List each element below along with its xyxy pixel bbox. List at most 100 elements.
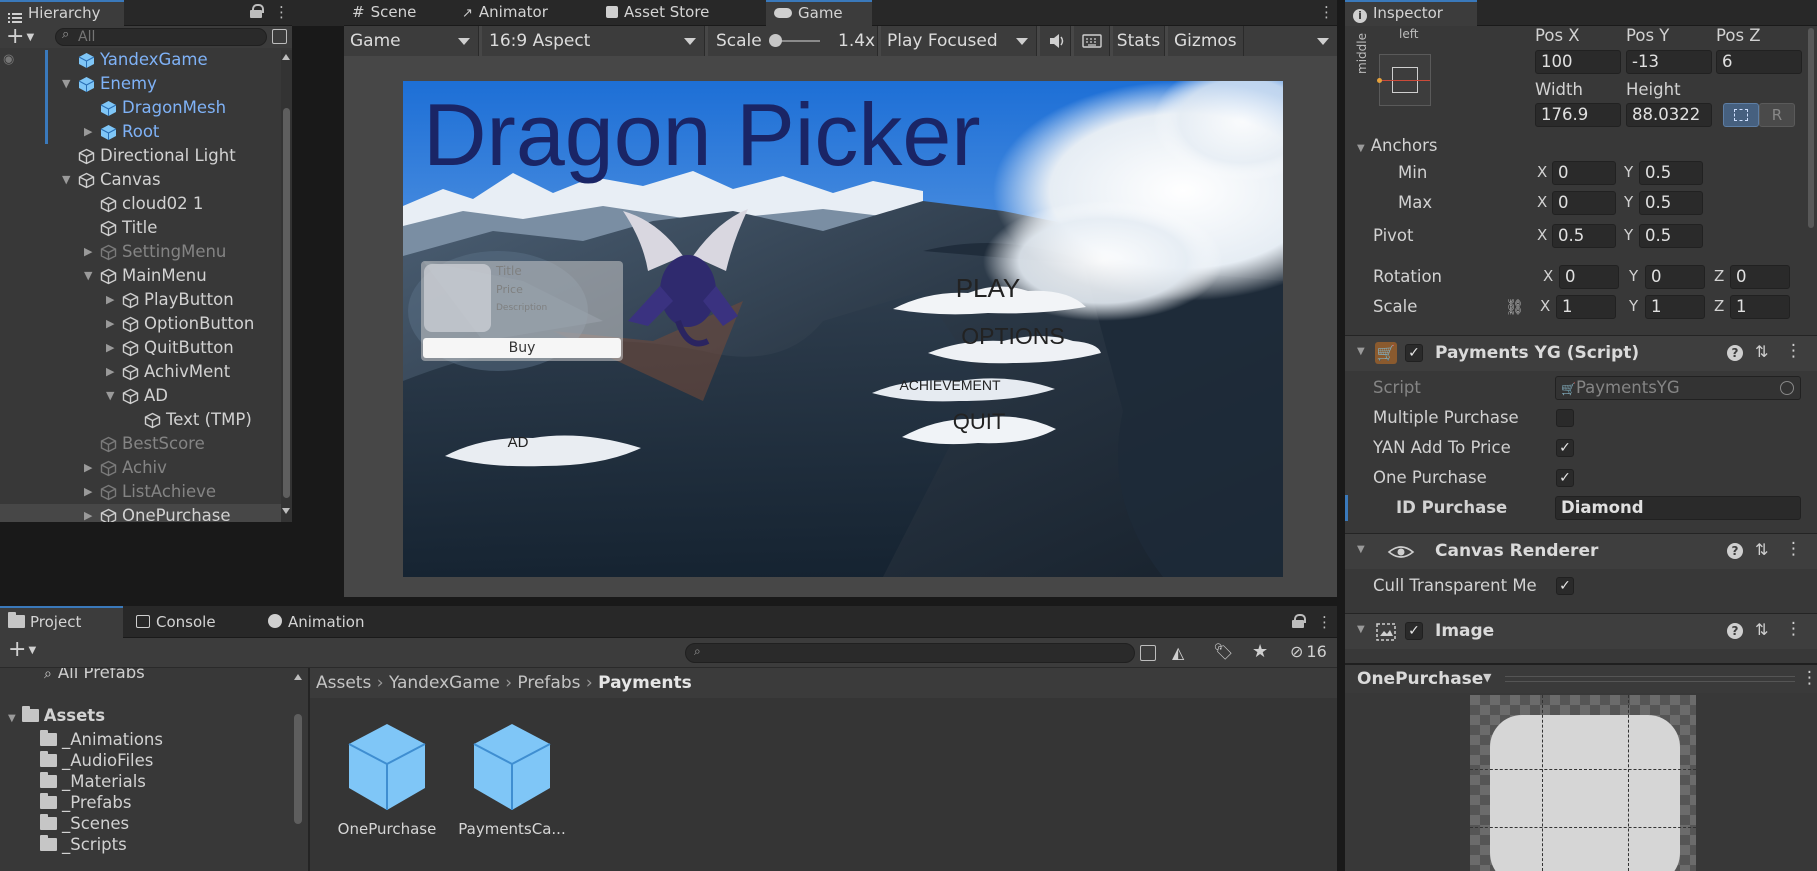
scale-x-field[interactable]: 1 bbox=[1556, 295, 1616, 319]
one-purchase-checkbox[interactable]: ✓ bbox=[1556, 469, 1574, 487]
tab-inspector[interactable]: i Inspector bbox=[1345, 0, 1477, 26]
help-icon[interactable]: ? bbox=[1727, 345, 1743, 361]
preview-dropdown-icon[interactable]: ▼ bbox=[1483, 671, 1491, 684]
min-y-field[interactable]: 0.5 bbox=[1639, 161, 1703, 185]
search-filter-icon[interactable] bbox=[272, 29, 287, 44]
tab-scene[interactable]: # Scene bbox=[344, 0, 449, 26]
ad-button[interactable]: AD bbox=[443, 426, 643, 472]
hierarchy-item[interactable]: ▼ AD bbox=[0, 384, 292, 408]
game-viewport[interactable]: Dragon Picker Title Price Description Bu… bbox=[403, 81, 1283, 577]
expand-arrow-icon[interactable]: ▶ bbox=[106, 360, 114, 384]
help-icon[interactable]: ? bbox=[1727, 623, 1743, 639]
hierarchy-item[interactable]: ▼ Canvas bbox=[0, 168, 292, 192]
tree-scrollbar[interactable] bbox=[292, 668, 304, 871]
pivot-x-field[interactable]: 0.5 bbox=[1552, 224, 1616, 248]
yan-add-to-price-checkbox[interactable]: ✓ bbox=[1556, 439, 1574, 457]
tab-hierarchy[interactable]: Hierarchy bbox=[0, 0, 124, 26]
blueprint-mode-button[interactable] bbox=[1723, 103, 1759, 127]
expand-arrow-icon[interactable]: ▶ bbox=[84, 480, 92, 504]
more-icon[interactable]: ⋮ bbox=[274, 4, 289, 20]
breadcrumb-item[interactable]: YandexGame bbox=[389, 673, 500, 693]
project-search[interactable]: ⌕ bbox=[685, 643, 1135, 663]
cull-transparent-checkbox[interactable]: ✓ bbox=[1556, 577, 1574, 595]
display-dropdown[interactable]: Game bbox=[344, 26, 479, 56]
object-picker-icon[interactable] bbox=[1780, 381, 1794, 395]
hierarchy-item[interactable]: ▶OnePurchase› bbox=[0, 504, 292, 522]
favorites-item[interactable]: ⌕ All Prefabs bbox=[44, 668, 145, 685]
expand-arrow-icon[interactable]: ▶ bbox=[84, 456, 92, 480]
payments-enabled-checkbox[interactable]: ✓ bbox=[1405, 344, 1423, 362]
inspector-scroll-thumb[interactable] bbox=[1808, 28, 1814, 228]
hierarchy-item[interactable]: Text (TMP) bbox=[0, 408, 292, 432]
max-y-field[interactable]: 0.5 bbox=[1639, 191, 1703, 215]
hierarchy-item[interactable]: BestScore bbox=[0, 432, 292, 456]
canvas-renderer-header[interactable]: ▼ Canvas Renderer ? ⇅ ⋮ bbox=[1345, 533, 1817, 569]
achievement-button[interactable]: ACHIEVEMENT bbox=[869, 367, 1059, 407]
breadcrumb-item[interactable]: Prefabs bbox=[517, 673, 580, 693]
max-x-field[interactable]: 0 bbox=[1552, 191, 1616, 215]
unlink-scale-icon[interactable]: ⛓ bbox=[1505, 298, 1524, 316]
scale-z-field[interactable]: 1 bbox=[1730, 295, 1790, 319]
tab-console[interactable]: Console bbox=[128, 606, 248, 638]
expand-arrow-icon[interactable]: ▶ bbox=[106, 312, 114, 336]
component-menu-icon[interactable]: ⋮ bbox=[1785, 539, 1802, 559]
hierarchy-search-input[interactable] bbox=[78, 29, 258, 45]
preview-header[interactable]: OnePurchase ▼ ⋮ bbox=[1345, 663, 1817, 693]
asset-tile[interactable]: PaymentsCa... bbox=[457, 722, 567, 852]
expand-arrow-icon[interactable]: ▶ bbox=[84, 120, 92, 144]
anchors-foldout[interactable]: ▼ Anchors bbox=[1357, 136, 1437, 155]
rot-z-field[interactable]: 0 bbox=[1730, 265, 1790, 289]
project-folder[interactable]: _Scripts bbox=[40, 833, 127, 857]
tab-asset-store[interactable]: Asset Store bbox=[598, 0, 743, 26]
hierarchy-scrollbar[interactable] bbox=[281, 50, 292, 522]
expand-arrow-icon[interactable]: ▶ bbox=[84, 504, 92, 522]
hierarchy-item[interactable]: ▶ Achiv bbox=[0, 456, 292, 480]
breadcrumb-item[interactable]: Payments bbox=[598, 673, 692, 693]
multiple-purchase-checkbox[interactable] bbox=[1556, 409, 1574, 427]
tree-scroll-thumb[interactable] bbox=[294, 714, 302, 824]
scale-y-field[interactable]: 1 bbox=[1645, 295, 1705, 319]
hierarchy-item[interactable]: ▶ PlayButton bbox=[0, 288, 292, 312]
hierarchy-item[interactable]: ▶ QuitButton bbox=[0, 336, 292, 360]
hierarchy-item[interactable]: ▼Enemy› bbox=[0, 72, 292, 96]
rot-x-field[interactable]: 0 bbox=[1559, 265, 1619, 289]
script-field[interactable]: 🛒PaymentsYG bbox=[1555, 376, 1801, 400]
tab-animator[interactable]: ↗ Animator bbox=[454, 0, 584, 26]
hierarchy-item[interactable]: cloud02 1 bbox=[0, 192, 292, 216]
tab-game[interactable]: Game bbox=[766, 0, 872, 26]
image-component-header[interactable]: ▼ ✓ Image ? ⇅ ⋮ bbox=[1345, 613, 1817, 649]
lock-icon[interactable] bbox=[250, 4, 264, 18]
aspect-dropdown[interactable]: 16:9 Aspect bbox=[482, 26, 705, 56]
breadcrumb-item[interactable]: Assets bbox=[316, 673, 371, 693]
payments-component-header[interactable]: ▼ 🛒 ✓ Payments YG (Script) ? ⇅ ⋮ bbox=[1345, 335, 1817, 371]
play-mode-dropdown[interactable]: Play Focused bbox=[881, 26, 1037, 56]
scroll-thumb[interactable] bbox=[283, 108, 290, 498]
inspector-scrollbar[interactable] bbox=[1807, 28, 1815, 648]
expand-arrow-icon[interactable]: ▼ bbox=[84, 264, 92, 288]
hierarchy-item[interactable]: DragonMesh bbox=[0, 96, 292, 120]
visibility-icon[interactable]: ◉ bbox=[3, 50, 14, 72]
pivot-y-field[interactable]: 0.5 bbox=[1639, 224, 1703, 248]
gizmos-dropdown[interactable]: Gizmos bbox=[1168, 26, 1337, 56]
pos-z-field[interactable]: 6 bbox=[1716, 50, 1802, 74]
presets-icon[interactable]: ⇅ bbox=[1755, 620, 1768, 639]
scroll-up-icon[interactable] bbox=[282, 54, 290, 60]
id-purchase-field[interactable]: Diamond bbox=[1555, 496, 1801, 520]
expand-arrow-icon[interactable]: ▼ bbox=[62, 168, 70, 192]
hierarchy-item[interactable]: ▶ AchivMent bbox=[0, 360, 292, 384]
expand-arrow-icon[interactable]: ▼ bbox=[106, 384, 114, 408]
inspector-splitter[interactable] bbox=[1337, 0, 1345, 871]
filter-type-icon[interactable]: ◭ bbox=[1172, 643, 1184, 662]
hierarchy-search[interactable]: ⌕ bbox=[55, 27, 267, 46]
more-icon[interactable]: ⋮ bbox=[1317, 614, 1332, 630]
scale-slider-thumb[interactable] bbox=[769, 34, 782, 47]
hierarchy-item[interactable]: YandexGame›◉ bbox=[0, 50, 292, 72]
stats-button[interactable]: Stats bbox=[1113, 26, 1165, 56]
play-button[interactable]: PLAY bbox=[888, 271, 1088, 321]
buy-button[interactable]: Buy bbox=[423, 338, 621, 358]
create-icon[interactable]: + ▼ bbox=[8, 637, 36, 662]
height-field[interactable]: 88.0322 bbox=[1626, 103, 1712, 127]
hidden-packages-button[interactable]: ⊘ 16 bbox=[1290, 642, 1327, 661]
more-icon[interactable]: ⋮ bbox=[1319, 4, 1334, 20]
filter-label-icon[interactable]: 🏷 bbox=[1213, 642, 1233, 661]
